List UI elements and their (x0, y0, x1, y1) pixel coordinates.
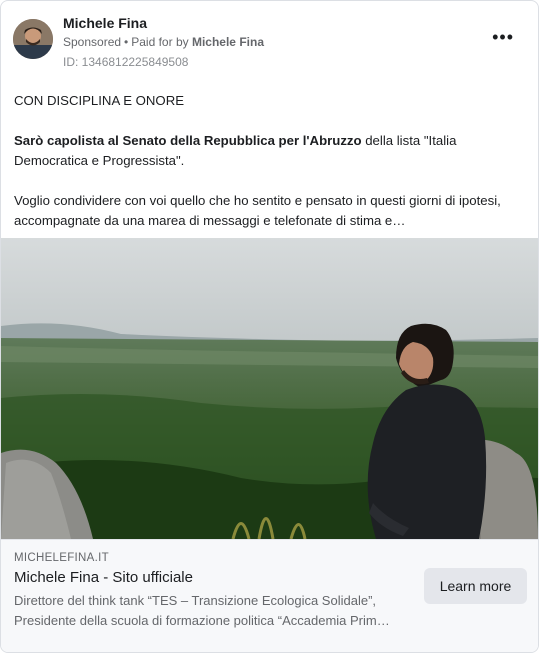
link-description: Direttore del think tank “TES – Transizi… (14, 591, 409, 631)
learn-more-button[interactable]: Learn more (424, 568, 527, 604)
post-header: Michele Fina Sponsored • Paid for by Miche… (13, 15, 526, 73)
link-description-line-2: Presidente della scuola di formazione po… (14, 613, 390, 628)
ad-id: ID: 1346812225849508 (63, 55, 189, 69)
link-preview[interactable]: MICHELEFINA.IT Michele Fina - Sito uffic… (1, 539, 538, 652)
paid-for-prefix: Paid for by (131, 35, 189, 49)
link-domain: MICHELEFINA.IT (14, 552, 109, 564)
post-paragraph-2: Sarò capolista al Senato della Repubblic… (14, 131, 524, 171)
post-line-1: CON DISCIPLINA E ONORE (14, 93, 185, 108)
sponsored-line: Sponsored • Paid for by Michele Fina (63, 35, 264, 49)
separator-dot: • (124, 35, 129, 49)
paid-for-name: Michele Fina (191, 35, 264, 49)
avatar[interactable] (13, 19, 53, 59)
post-body: CON DISCIPLINA E ONORE Sarò capolista al… (14, 91, 524, 231)
ad-card: Michele Fina Sponsored • Paid for by Miche… (0, 0, 539, 653)
sponsored-label: Sponsored (63, 35, 122, 49)
post-paragraph-3: Voglio condividere con voi quello che ho… (14, 193, 501, 228)
more-horizontal-icon[interactable]: ••• (492, 28, 514, 46)
link-description-line-1: Direttore del think tank “TES – Transizi… (14, 593, 377, 608)
post-paragraph-2-bold: Sarò capolista al Senato della Repubblic… (14, 133, 362, 148)
ad-image[interactable] (1, 238, 538, 539)
advertiser-name[interactable]: Michele Fina (63, 15, 147, 31)
link-title[interactable]: Michele Fina - Sito ufficiale (14, 569, 193, 586)
